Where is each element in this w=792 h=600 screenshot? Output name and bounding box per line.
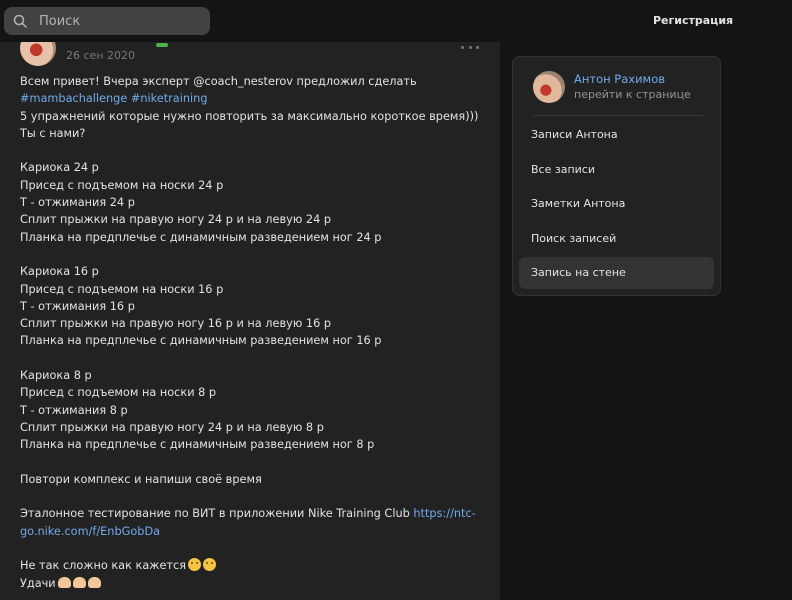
search-icon — [13, 12, 31, 30]
post-line-text: Присед с подъемом на носки 24 р — [20, 178, 224, 192]
sidebar-menu-item[interactable]: Поиск записей — [519, 223, 714, 255]
sidebar-menu-item[interactable]: Заметки Антона — [519, 188, 714, 220]
post-line: Планка на предплечье с динамичным развед… — [20, 332, 485, 349]
post-line-text: Всем привет! Вчера эксперт @coach_nester… — [20, 75, 417, 88]
post-line-text: Повтори комплекс и напиши своё время — [20, 472, 262, 486]
top-header: Регистрация — [0, 0, 792, 42]
post-line-text: Т - отжимания 16 р — [20, 299, 135, 313]
post-line-text: Т - отжимания 8 р — [20, 403, 128, 417]
post-date[interactable]: 26 сен 2020 — [66, 49, 135, 62]
post-line-text: Сплит прыжки на правую ногу 24 р и на ле… — [20, 213, 332, 227]
post-line-text: Ты с нами? — [20, 126, 86, 140]
post-line: Т - отжимания 24 р — [20, 194, 485, 211]
sidebar-menu-item[interactable]: Все записи — [519, 154, 714, 186]
flexed-biceps-icon — [72, 576, 86, 588]
post-line: Т - отжимания 8 р — [20, 402, 485, 419]
sidebar-menu-item[interactable]: Записи Антона — [519, 119, 714, 151]
post-text: Всем привет! Вчера эксперт @coach_nester… — [20, 73, 485, 592]
post-line-text: Планка на предплечье с динамичным развед… — [20, 230, 382, 244]
post-line: Не так сложно как кажется — [20, 557, 485, 574]
author-avatar[interactable] — [20, 42, 56, 66]
post-line: Кариока 8 р — [20, 367, 485, 384]
post-line: Эталонное тестирование по ВИТ в приложен… — [20, 505, 485, 522]
post-line-text: Т - отжимания 24 р — [20, 196, 135, 210]
sidebar-card: Антон Рахимов перейти к странице Записи … — [512, 56, 721, 296]
post-line-text: Сплит прыжки на правую ногу 24 р и на ле… — [20, 420, 324, 434]
post-line: Сплит прыжки на правую ногу 24 р и на ле… — [20, 211, 485, 228]
flexed-biceps-icon — [57, 576, 71, 588]
post-line: Удачи — [20, 575, 485, 592]
online-indicator — [156, 43, 168, 47]
post-line-text: Присед с подъемом на носки 16 р — [20, 282, 224, 296]
register-link[interactable]: Регистрация — [653, 14, 733, 27]
search-box[interactable] — [4, 7, 210, 35]
post-line-text: Не так сложно как кажется — [20, 559, 186, 573]
post-line-text: Эталонное тестирование по ВИТ в приложен… — [20, 507, 414, 521]
profile-link[interactable]: перейти к странице — [574, 87, 691, 102]
post-line: Планка на предплечье с динамичным развед… — [20, 436, 485, 453]
profile-avatar[interactable] — [533, 71, 565, 103]
post-line-text: Удачи — [20, 576, 56, 590]
post-line: Присед с подъемом на носки 16 р — [20, 281, 485, 298]
emoji-icon — [202, 558, 216, 572]
post-line-text: 5 упражнений которые нужно повторить за … — [20, 109, 479, 123]
flexed-biceps-icon — [87, 576, 101, 588]
post-line-text: Планка на предплечье с динамичным развед… — [20, 438, 375, 452]
post-line: Повтори комплекс и напиши своё время — [20, 471, 485, 488]
hashtags-link[interactable]: #mambachallenge #niketraining — [20, 92, 208, 105]
more-dots-icon[interactable] — [461, 42, 479, 52]
post-line-text: Кариока 24 р — [20, 161, 99, 175]
post-line: Т - отжимания 16 р — [20, 298, 485, 315]
post-line-text: Сплит прыжки на правую ногу 16 р и на ле… — [20, 317, 332, 331]
search-input[interactable] — [39, 13, 189, 29]
post-line-text: Планка на предплечье с динамичным развед… — [20, 334, 382, 348]
post-line: go.nike.com/f/EnbGobDa — [20, 523, 485, 540]
post-line-text: Кариока 8 р — [20, 369, 92, 383]
post-line-text: Присед с подъемом на носки 8 р — [20, 386, 217, 400]
post-line: Сплит прыжки на правую ногу 24 р и на ле… — [20, 419, 485, 436]
profile-name[interactable]: Антон Рахимов — [574, 72, 691, 87]
post-line: Кариока 24 р — [20, 159, 485, 176]
wall-post: 26 сен 2020 Всем привет! Вчера эксперт @… — [0, 42, 500, 600]
post-line: Планка на предплечье с динамичным развед… — [20, 229, 485, 246]
sidebar-menu: Записи Антона Все записи Заметки Антона Пои… — [519, 119, 714, 292]
post-line: Ты с нами? — [20, 125, 485, 142]
post-line: #mambachallenge #niketraining — [20, 90, 485, 107]
post-line: Присед с подъемом на носки 24 р — [20, 177, 485, 194]
profile-block[interactable]: Антон Рахимов перейти к странице — [533, 71, 691, 103]
post-line: 5 упражнений которые нужно повторить за … — [20, 108, 485, 125]
external-link[interactable]: go.nike.com/f/EnbGobDa — [20, 525, 160, 538]
post-line: Всем привет! Вчера эксперт @coach_nester… — [20, 73, 485, 90]
post-line: Присед с подъемом на носки 8 р — [20, 384, 485, 401]
divider — [533, 115, 703, 116]
post-line: Сплит прыжки на правую ногу 16 р и на ле… — [20, 315, 485, 332]
post-line: Кариока 16 р — [20, 263, 485, 280]
external-link[interactable]: https://ntc- — [413, 507, 475, 520]
sidebar-menu-item[interactable]: Запись на стене — [519, 257, 714, 289]
emoji-icon — [187, 558, 201, 572]
post-line-text: Кариока 16 р — [20, 265, 99, 279]
